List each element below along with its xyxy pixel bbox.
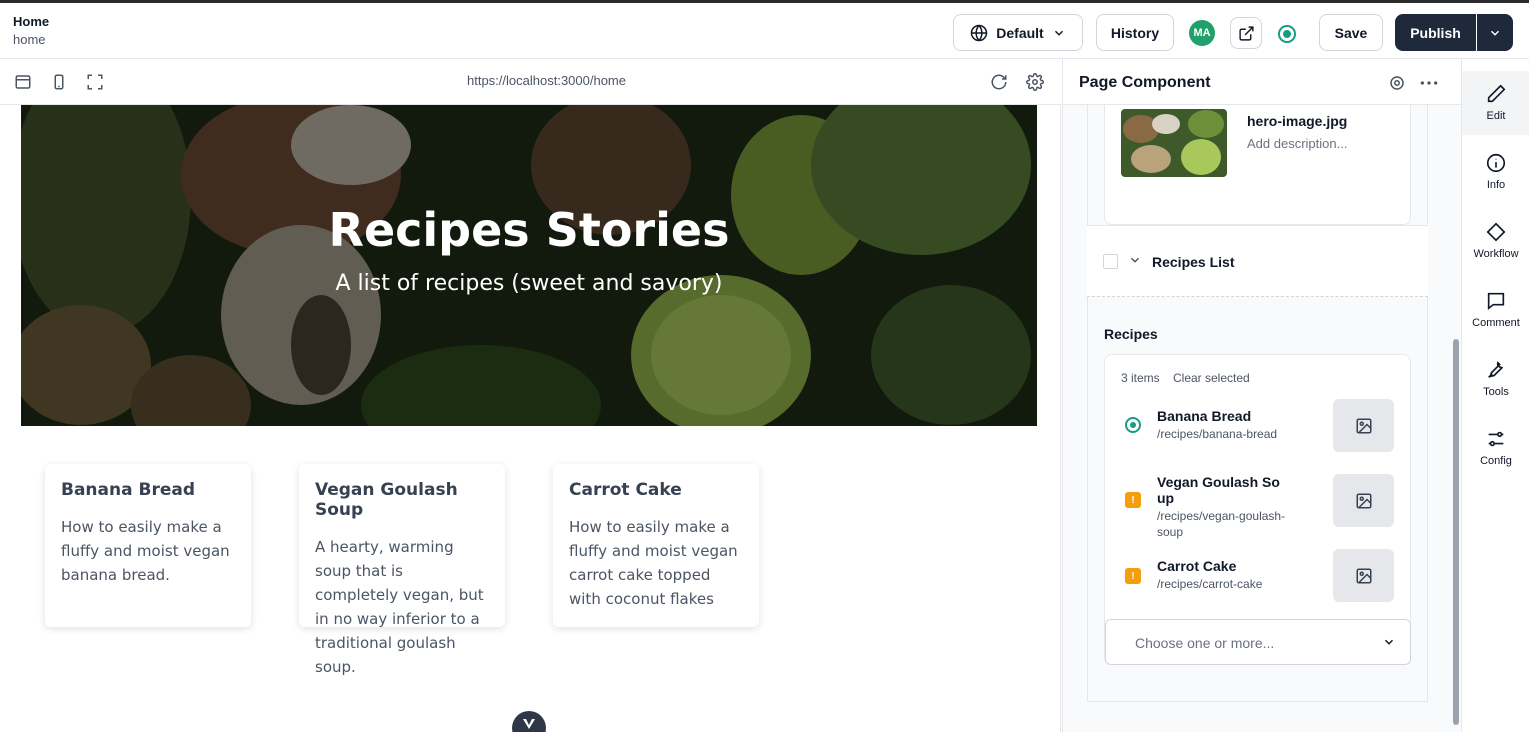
block-checkbox[interactable]: [1103, 254, 1118, 269]
locale-label: Default: [996, 24, 1044, 41]
preview-toolbar: https://localhost:3000/home: [0, 59, 1061, 105]
panel-title: Page Component: [1079, 74, 1211, 91]
recipes-select[interactable]: Choose one or more...: [1105, 619, 1411, 665]
recipes-field-label: Recipes: [1104, 326, 1158, 342]
clear-selected-button[interactable]: Clear selected: [1173, 371, 1250, 385]
rail-config[interactable]: Config: [1462, 416, 1529, 480]
recipe-item-path: /recipes/carrot-cake: [1157, 577, 1263, 591]
rail-edit[interactable]: Edit: [1462, 71, 1529, 135]
hero-image-field[interactable]: hero-image.jpg Add description...: [1104, 105, 1411, 225]
recipe-card[interactable]: Banana Bread How to easily make a fluffy…: [45, 464, 251, 627]
recipe-card-title: Vegan Goulash Soup: [315, 480, 458, 520]
panel-scrollbar[interactable]: [1453, 339, 1459, 725]
recipe-item-path: /recipes/banana-bread: [1157, 427, 1278, 441]
sliders-icon: [1488, 431, 1504, 447]
recipe-item-title: Vegan Goulash So up: [1157, 474, 1280, 506]
chevron-down-icon: [523, 719, 535, 729]
recipe-card-description: A hearty, warming soup that is completel…: [315, 538, 484, 676]
rail-label: Edit: [1486, 110, 1506, 122]
recipes-select-placeholder: Choose one or more...: [1135, 635, 1275, 651]
open-external-button[interactable]: [1230, 17, 1262, 49]
diamond-icon: [1486, 222, 1506, 242]
hero-background-image: [21, 105, 1037, 426]
rail-info[interactable]: Info: [1462, 140, 1529, 204]
locale-select[interactable]: Default: [953, 14, 1083, 51]
chevron-down-icon: [1054, 30, 1063, 36]
rail-label: Info: [1486, 179, 1506, 191]
rail-label: Tools: [1483, 386, 1509, 398]
rail-comment[interactable]: Comment: [1462, 278, 1529, 342]
gear-icon[interactable]: [1388, 74, 1406, 92]
recipe-card[interactable]: Vegan Goulash Soup A hearty, warming sou…: [299, 464, 505, 676]
top-bar: Home home Default History MA Save Publis…: [0, 3, 1529, 59]
page-slug: home: [13, 32, 46, 47]
image-icon: [1356, 418, 1371, 433]
recipe-card-description: How to easily make a fluffy and moist ve…: [569, 518, 738, 608]
hero-title: Recipes Stories: [328, 203, 730, 257]
chevron-down-icon[interactable]: [1128, 253, 1142, 267]
warning-icon: !: [1125, 568, 1141, 584]
hero-image-description[interactable]: Add description...: [1247, 136, 1347, 151]
hero-banner[interactable]: Recipes Stories A list of recipes (sweet…: [21, 105, 1037, 426]
chevron-down-icon: [1384, 639, 1394, 645]
page-title: Home: [13, 14, 50, 29]
recipe-item-image[interactable]: [1333, 474, 1394, 527]
published-status-icon: [1125, 417, 1141, 433]
avatar[interactable]: MA: [1189, 20, 1215, 46]
component-panel: Page Component hero-image.jpg Add descri…: [1062, 59, 1462, 732]
recipes-list-block[interactable]: Recipes List: [1087, 225, 1428, 297]
image-icon: [1356, 568, 1371, 583]
recipe-card-description: How to easily make a fluffy and moist ve…: [61, 518, 230, 584]
rail-label: Workflow: [1473, 248, 1519, 260]
recipe-item[interactable]: Banana Bread /recipes/banana-bread: [1121, 399, 1397, 452]
chevron-down-icon: [1490, 30, 1500, 36]
recipe-item[interactable]: ! Carrot Cake /recipes/carrot-cake: [1121, 549, 1397, 602]
items-count: 3 items: [1121, 371, 1160, 385]
recipe-item-title: Banana Bread: [1157, 408, 1252, 424]
refresh-icon[interactable]: [989, 72, 1009, 92]
recipe-item[interactable]: ! Vegan Goulash So up /recipes/vegan-gou…: [1121, 474, 1397, 539]
comment-icon: [1487, 292, 1505, 311]
published-status-icon: [1278, 25, 1296, 43]
image-icon: [1356, 493, 1371, 508]
preview-settings-icon[interactable]: [1025, 72, 1045, 92]
rail-workflow[interactable]: Workflow: [1462, 209, 1529, 273]
warning-icon: !: [1125, 492, 1141, 508]
recipe-item-image[interactable]: [1333, 549, 1394, 602]
recipe-card-title: Carrot Cake: [569, 480, 682, 500]
hero-image-filename: hero-image.jpg: [1247, 113, 1348, 129]
info-icon: [1486, 153, 1506, 173]
rail-label: Comment: [1472, 317, 1520, 329]
rail-tools[interactable]: Tools: [1462, 347, 1529, 411]
history-button[interactable]: History: [1096, 14, 1174, 51]
vue-devtools-button[interactable]: [512, 711, 546, 732]
recipes-field: 3 items Clear selected Banana Bread /rec…: [1104, 354, 1411, 665]
more-options-icon[interactable]: [1419, 74, 1439, 92]
recipe-item-image[interactable]: [1333, 399, 1394, 452]
globe-icon: [971, 24, 988, 41]
publish-button[interactable]: Publish: [1395, 14, 1476, 51]
recipe-card-title: Banana Bread: [61, 480, 196, 500]
rail-label: Config: [1480, 455, 1512, 467]
recipes-list-label: Recipes List: [1152, 254, 1235, 270]
page-preview: Recipes Stories A list of recipes (sweet…: [0, 105, 1061, 732]
recipe-item-title: Carrot Cake: [1157, 558, 1237, 574]
side-rail: Edit Info Workflow Comment Tools Config: [1461, 59, 1529, 732]
hero-image-thumbnail[interactable]: [1121, 109, 1227, 177]
hero-subtitle: A list of recipes (sweet and savory): [335, 271, 723, 296]
pencil-icon: [1487, 84, 1506, 103]
external-link-icon: [1238, 25, 1254, 41]
panel-header: Page Component: [1063, 59, 1462, 105]
save-button[interactable]: Save: [1319, 14, 1383, 51]
preview-url: https://localhost:3000/home: [467, 73, 626, 88]
publish-options-button[interactable]: [1477, 14, 1513, 51]
tools-icon: [1488, 361, 1504, 378]
recipe-item-path: /recipes/vegan-goulash-soup: [1157, 509, 1286, 539]
recipe-card[interactable]: Carrot Cake How to easily make a fluffy …: [553, 464, 759, 627]
